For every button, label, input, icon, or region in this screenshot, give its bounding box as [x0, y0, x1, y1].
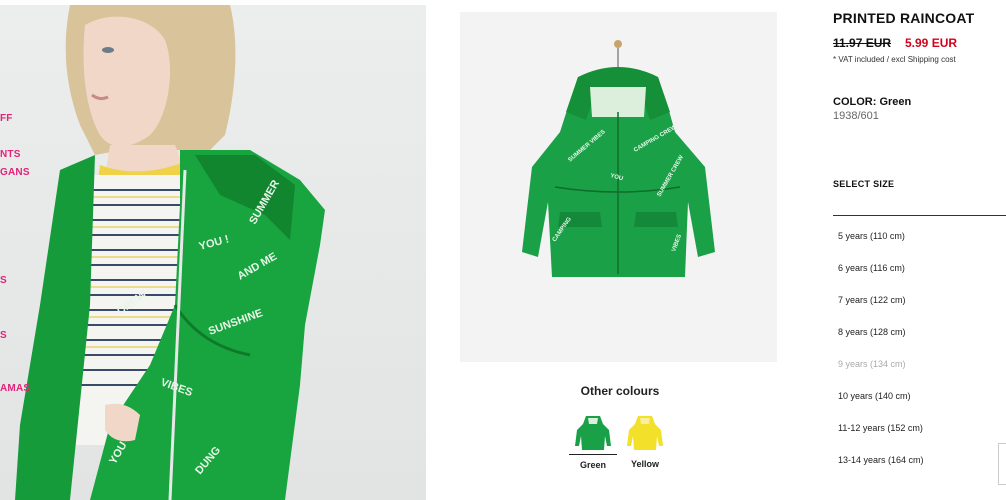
swatch-yellow-thumb — [621, 412, 669, 454]
model-illustration: YOU ! AND ME SUMMER CREW SUNSHINE VIBES … — [15, 5, 325, 500]
nav-item-4[interactable]: S — [0, 275, 7, 286]
nav-item-3[interactable]: GANS — [0, 167, 30, 178]
size-option[interactable]: 8 years (128 cm) — [838, 327, 1003, 359]
size-option[interactable]: 13-14 years (164 cm) — [838, 455, 1003, 487]
nav-item-1[interactable]: FF — [0, 113, 13, 124]
product-title: PRINTED RAINCOAT — [833, 10, 975, 26]
color-label: COLOR: Green — [833, 96, 912, 108]
size-option[interactable]: 11-12 years (152 cm) — [838, 423, 1003, 455]
size-list: 5 years (110 cm) 6 years (116 cm) 7 year… — [838, 231, 1003, 487]
size-option[interactable]: 7 years (122 cm) — [838, 295, 1003, 327]
swatch-green-label: Green — [579, 460, 606, 470]
side-panel-edge[interactable] — [998, 443, 1006, 485]
nav-item-6[interactable]: AMAS — [0, 383, 30, 394]
raincoat-yellow-icon — [627, 416, 663, 450]
select-size-title: SELECT SIZE — [833, 179, 895, 189]
swatch-yellow-label: Yellow — [630, 459, 659, 469]
raincoat-green-icon — [575, 416, 611, 450]
swatch-yellow[interactable]: Yellow — [621, 412, 669, 472]
size-option[interactable]: 6 years (116 cm) — [838, 263, 1003, 295]
model-photo: YOU ! AND ME SUMMER CREW SUNSHINE VIBES … — [0, 5, 426, 500]
nav-item-5[interactable]: S — [0, 330, 7, 341]
size-option[interactable]: 10 years (140 cm) — [838, 391, 1003, 423]
other-colours-title: Other colours — [580, 384, 660, 398]
nav-item-2[interactable]: NTS — [0, 149, 21, 160]
size-divider — [833, 215, 1006, 216]
size-option[interactable]: 5 years (110 cm) — [838, 231, 1003, 263]
side-nav: FF NTS GANS S S AMAS — [0, 0, 40, 500]
raincoat-illustration: SUMMER VIBES CAMPING CREW SUMMER CREW CA… — [522, 40, 715, 277]
swatch-green-thumb — [569, 412, 617, 455]
product-reference: 1938/601 — [833, 110, 879, 122]
price-old: 11.97 EUR — [833, 36, 892, 50]
product-info: PRINTED RAINCOAT 11.97 EUR 5.99 EUR * VA… — [833, 0, 1006, 500]
size-option-unavailable: 9 years (134 cm) — [838, 359, 906, 369]
product-photo[interactable]: SUMMER VIBES CAMPING CREW SUMMER CREW CA… — [460, 12, 777, 362]
vat-note: * VAT included / excl Shipping cost — [833, 55, 956, 64]
swatch-green[interactable]: Green — [569, 412, 617, 473]
price-new: 5.99 EUR — [905, 36, 958, 50]
